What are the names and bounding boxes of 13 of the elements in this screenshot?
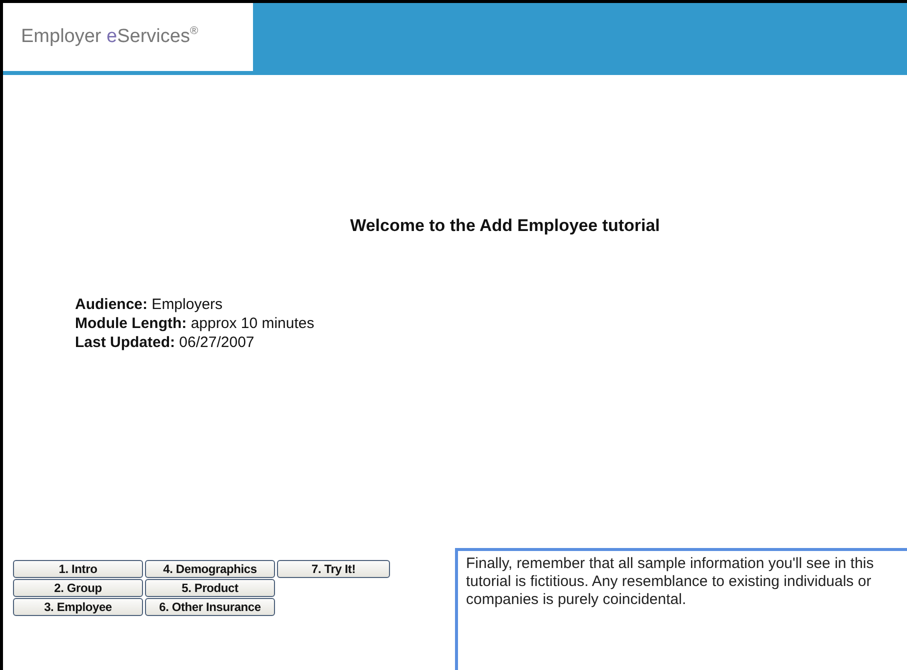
page-title: Welcome to the Add Employee tutorial: [349, 215, 661, 237]
section-button[interactable]: 2. Group: [13, 579, 143, 597]
info-line: Last Updated: 06/27/2007: [75, 332, 256, 352]
section-button[interactable]: 6. Other Insurance: [145, 598, 275, 616]
section-button[interactable]: 7. Try It!: [277, 560, 390, 578]
section-button[interactable]: 1. Intro: [13, 560, 143, 578]
caption-text: Finally, remember that all sample information you'll see in this tutorial is fictitious. Any resemblance to existing individuals or companies is purely coincidental.: [455, 548, 907, 670]
info-line: Module Length: approx 10 minutes: [75, 314, 316, 332]
info-line: Audience: Employers: [75, 294, 224, 314]
section-button[interactable]: 4. Demographics: [145, 560, 275, 578]
section-button[interactable]: 3. Employee: [13, 598, 143, 616]
section-button[interactable]: 5. Product: [145, 579, 275, 597]
logo-text: Employer eServices$^{®}$: [21, 24, 198, 49]
